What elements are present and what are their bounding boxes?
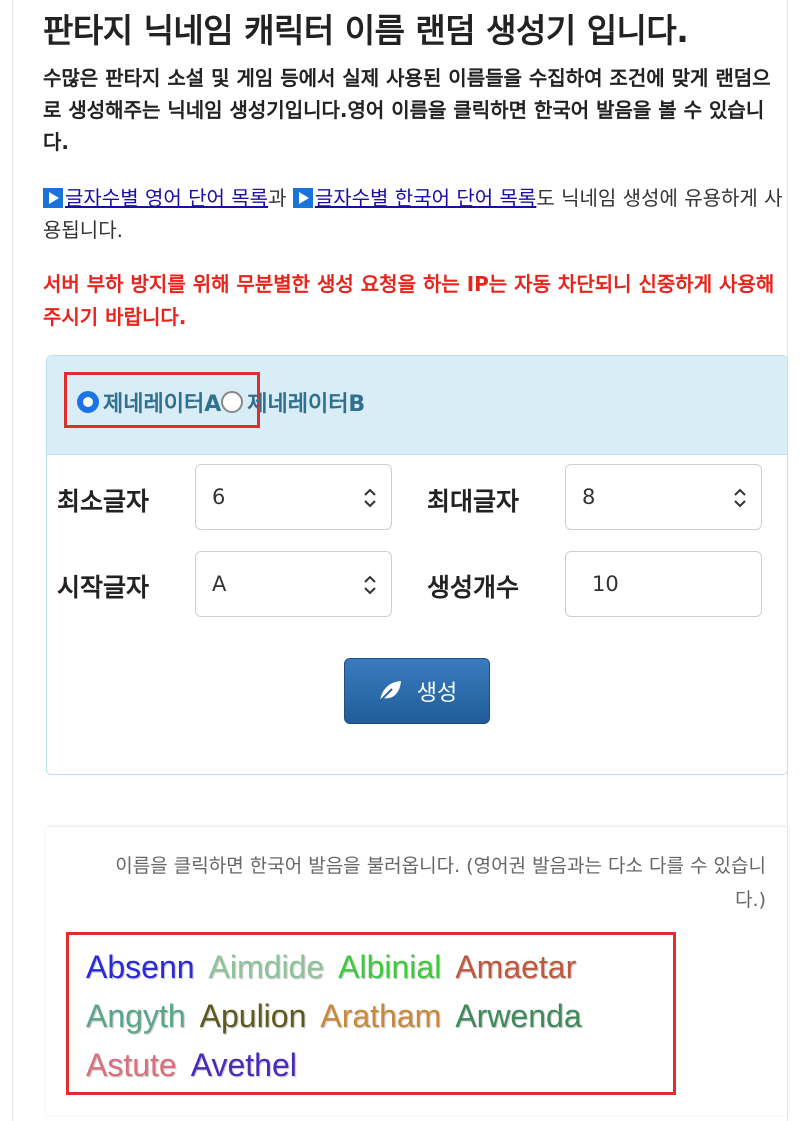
select-arrows-icon	[734, 488, 746, 508]
start-char-select[interactable]: A	[195, 551, 392, 617]
max-chars-label: 최대글자	[427, 487, 520, 516]
generate-button[interactable]: 생성	[344, 658, 490, 724]
play-icon	[292, 188, 313, 208]
generated-name[interactable]: Angyth	[86, 994, 186, 1039]
count-value: 10	[592, 572, 619, 596]
intro-text: 수많은 판타지 소설 및 게임 등에서 실제 사용된 이름들을 수집하여 조건에…	[43, 66, 771, 154]
generated-name[interactable]: Avethel	[191, 1043, 297, 1088]
count-input[interactable]: 10	[565, 551, 762, 617]
generated-name[interactable]: Absenn	[86, 945, 195, 990]
result-panel: 이름을 클릭하면 한국어 발음을 불러옵니다. (영어권 발음과는 다소 다를 …	[46, 826, 788, 1115]
page-container: 판타지 닉네임 캐릭터 이름 랜덤 생성기 입니다. 수많은 판타지 소설 및 …	[12, 0, 788, 1121]
generator-a-label: 제네레이터A	[103, 392, 222, 417]
names-highlight: Absenn Aimdide Albinial Amaetar Angyth Apulio…	[66, 932, 676, 1095]
generated-name[interactable]: Arwenda	[455, 994, 581, 1039]
generated-name[interactable]: Aratham	[320, 994, 441, 1039]
min-chars-value: 6	[212, 485, 226, 509]
generator-selector: 제네레이터A 제네레이터B	[47, 356, 787, 455]
max-chars-value: 8	[582, 485, 596, 509]
generated-name[interactable]: Aimdide	[209, 945, 325, 990]
generator-panel: 제네레이터A 제네레이터B 최소글자 6 최대글자 8 시작글자 A 생성개수	[46, 355, 788, 775]
generated-name[interactable]: Albinial	[338, 945, 441, 990]
english-word-list-link[interactable]: 글자수별 영어 단어 목록	[65, 186, 268, 210]
generator-b-label: 제네레이터B	[247, 392, 366, 417]
generated-name[interactable]: Amaetar	[455, 945, 576, 990]
max-chars-select[interactable]: 8	[565, 464, 762, 530]
play-icon	[43, 188, 63, 208]
count-label: 생성개수	[427, 573, 520, 602]
generated-name[interactable]: Apulion	[200, 994, 307, 1039]
radio-unchecked-icon[interactable]	[221, 391, 244, 413]
start-char-value: A	[212, 572, 227, 596]
leaf-icon	[379, 681, 401, 702]
select-arrows-icon	[364, 488, 376, 508]
related-links: 글자수별 영어 단어 목록과 글자수별 한국어 단어 목록도 닉네임 생성에 유…	[43, 182, 783, 246]
links-conj: 과	[268, 186, 293, 210]
start-char-label: 시작글자	[57, 573, 150, 602]
warning-text: 서버 부하 방지를 위해 무분별한 생성 요청을 하는 IP는 자동 차단되니 …	[43, 272, 775, 329]
min-chars-label: 최소글자	[57, 487, 150, 516]
generated-name[interactable]: Astute	[86, 1043, 177, 1088]
radio-checked-icon[interactable]	[77, 391, 99, 413]
page-title: 판타지 닉네임 캐릭터 이름 랜덤 생성기 입니다.	[43, 11, 689, 50]
pronunciation-hint: 이름을 클릭하면 한국어 발음을 불러옵니다. (영어권 발음과는 다소 다를 …	[115, 855, 766, 911]
select-arrows-icon	[364, 575, 376, 595]
korean-word-list-link[interactable]: 글자수별 한국어 단어 목록	[315, 186, 536, 210]
generate-button-label: 생성	[416, 681, 458, 706]
generator-a-option[interactable]: 제네레이터A	[77, 386, 221, 418]
name-list: Absenn Aimdide Albinial Amaetar Angyth Apulio…	[86, 945, 676, 1088]
min-chars-select[interactable]: 6	[195, 464, 392, 530]
generator-b-option[interactable]: 제네레이터B	[221, 386, 365, 418]
generator-radio-group: 제네레이터A 제네레이터B	[77, 386, 365, 418]
